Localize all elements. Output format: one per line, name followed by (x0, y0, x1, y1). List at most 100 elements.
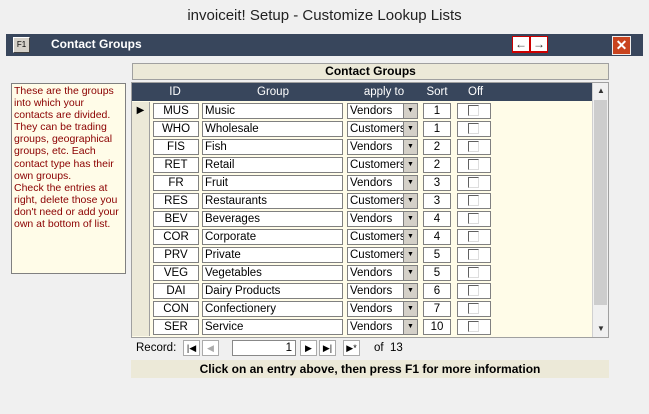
group-id-field[interactable]: CON (153, 301, 199, 317)
off-checkbox[interactable] (468, 267, 479, 278)
chevron-down-icon[interactable]: ▼ (403, 104, 417, 118)
chevron-down-icon[interactable]: ▼ (403, 320, 417, 334)
sort-field[interactable]: 4 (423, 229, 451, 245)
group-id-field[interactable]: VEG (153, 265, 199, 281)
group-name-field[interactable]: Private (202, 247, 343, 263)
f1-help-button[interactable]: F1 (13, 37, 30, 53)
column-header-sort[interactable]: Sort (422, 83, 452, 101)
chevron-down-icon[interactable]: ▼ (403, 230, 417, 244)
sort-field[interactable]: 1 (423, 103, 451, 119)
column-header-apply-to[interactable]: apply to (346, 83, 422, 101)
sort-field[interactable]: 2 (423, 139, 451, 155)
row-selector[interactable] (132, 282, 150, 300)
apply-to-select[interactable]: Customers ▼ (347, 247, 418, 263)
off-checkbox[interactable] (468, 159, 479, 170)
sort-field[interactable]: 6 (423, 283, 451, 299)
new-record-icon[interactable]: ▶* (343, 340, 360, 356)
group-name-field[interactable]: Fruit (202, 175, 343, 191)
group-name-field[interactable]: Music (202, 103, 343, 119)
group-id-field[interactable]: FR (153, 175, 199, 191)
chevron-down-icon[interactable]: ▼ (403, 176, 417, 190)
group-name-field[interactable]: Restaurants (202, 193, 343, 209)
chevron-down-icon[interactable]: ▼ (403, 284, 417, 298)
off-checkbox[interactable] (468, 105, 479, 116)
apply-to-select[interactable]: Vendors ▼ (347, 319, 418, 335)
apply-to-select[interactable]: Vendors ▼ (347, 265, 418, 281)
chevron-down-icon[interactable]: ▼ (403, 302, 417, 316)
first-record-icon[interactable]: |◀ (183, 340, 200, 356)
row-selector[interactable] (132, 228, 150, 246)
column-header-group[interactable]: Group (200, 83, 346, 101)
row-selector[interactable] (132, 156, 150, 174)
sort-field[interactable]: 3 (423, 193, 451, 209)
previous-record-icon[interactable]: ◀ (202, 340, 219, 356)
group-name-field[interactable]: Beverages (202, 211, 343, 227)
apply-to-select[interactable]: Vendors ▼ (347, 103, 418, 119)
apply-to-select[interactable]: Customers ▼ (347, 157, 418, 173)
column-header-off[interactable]: Off (452, 83, 592, 101)
current-record-input[interactable]: 1 (232, 340, 296, 356)
off-checkbox[interactable] (468, 321, 479, 332)
apply-to-select[interactable]: Vendors ▼ (347, 301, 418, 317)
sort-field[interactable]: 3 (423, 175, 451, 191)
scroll-up-icon[interactable]: ▲ (593, 83, 608, 99)
chevron-down-icon[interactable]: ▼ (403, 194, 417, 208)
off-checkbox[interactable] (468, 303, 479, 314)
apply-to-select[interactable]: Customers ▼ (347, 193, 418, 209)
group-name-field[interactable]: Corporate (202, 229, 343, 245)
group-id-field[interactable]: DAI (153, 283, 199, 299)
off-checkbox[interactable] (468, 285, 479, 296)
group-id-field[interactable]: RET (153, 157, 199, 173)
apply-to-select[interactable]: Vendors ▼ (347, 283, 418, 299)
chevron-down-icon[interactable]: ▼ (403, 122, 417, 136)
next-record-icon[interactable]: ▶ (300, 340, 317, 356)
row-selector[interactable] (132, 264, 150, 282)
scroll-down-icon[interactable]: ▼ (593, 321, 608, 337)
row-selector[interactable] (132, 210, 150, 228)
group-name-field[interactable]: Dairy Products (202, 283, 343, 299)
apply-to-select[interactable]: Vendors ▼ (347, 211, 418, 227)
group-id-field[interactable]: COR (153, 229, 199, 245)
vertical-scrollbar[interactable]: ▲ ▼ (592, 83, 608, 337)
row-selector[interactable]: ▶ (132, 102, 150, 120)
scroll-thumb[interactable] (594, 100, 607, 305)
last-record-icon[interactable]: ▶| (319, 340, 336, 356)
off-checkbox[interactable] (468, 141, 479, 152)
sort-field[interactable]: 2 (423, 157, 451, 173)
column-header-id[interactable]: ID (150, 83, 200, 101)
apply-to-select[interactable]: Customers ▼ (347, 121, 418, 137)
off-checkbox[interactable] (468, 231, 479, 242)
chevron-down-icon[interactable]: ▼ (403, 248, 417, 262)
arrow-left-icon[interactable]: ← (513, 37, 529, 51)
off-checkbox[interactable] (468, 195, 479, 206)
row-selector[interactable] (132, 192, 150, 210)
sort-field[interactable]: 7 (423, 301, 451, 317)
group-id-field[interactable]: BEV (153, 211, 199, 227)
row-selector[interactable] (132, 174, 150, 192)
group-id-field[interactable]: SER (153, 319, 199, 335)
group-id-field[interactable]: FIS (153, 139, 199, 155)
group-name-field[interactable]: Wholesale (202, 121, 343, 137)
apply-to-select[interactable]: Vendors ▼ (347, 175, 418, 191)
chevron-down-icon[interactable]: ▼ (403, 140, 417, 154)
sort-field[interactable]: 4 (423, 211, 451, 227)
group-name-field[interactable]: Fish (202, 139, 343, 155)
off-checkbox[interactable] (468, 249, 479, 260)
chevron-down-icon[interactable]: ▼ (403, 266, 417, 280)
chevron-down-icon[interactable]: ▼ (403, 158, 417, 172)
group-id-field[interactable]: PRV (153, 247, 199, 263)
group-id-field[interactable]: MUS (153, 103, 199, 119)
row-selector[interactable] (132, 318, 150, 336)
group-id-field[interactable]: RES (153, 193, 199, 209)
apply-to-select[interactable]: Vendors ▼ (347, 139, 418, 155)
sort-field[interactable]: 1 (423, 121, 451, 137)
group-id-field[interactable]: WHO (153, 121, 199, 137)
row-selector[interactable] (132, 246, 150, 264)
off-checkbox[interactable] (468, 213, 479, 224)
arrow-right-icon[interactable]: → (531, 37, 547, 51)
sort-field[interactable]: 10 (423, 319, 451, 335)
row-selector[interactable] (132, 300, 150, 318)
group-name-field[interactable]: Retail (202, 157, 343, 173)
chevron-down-icon[interactable]: ▼ (403, 212, 417, 226)
off-checkbox[interactable] (468, 123, 479, 134)
